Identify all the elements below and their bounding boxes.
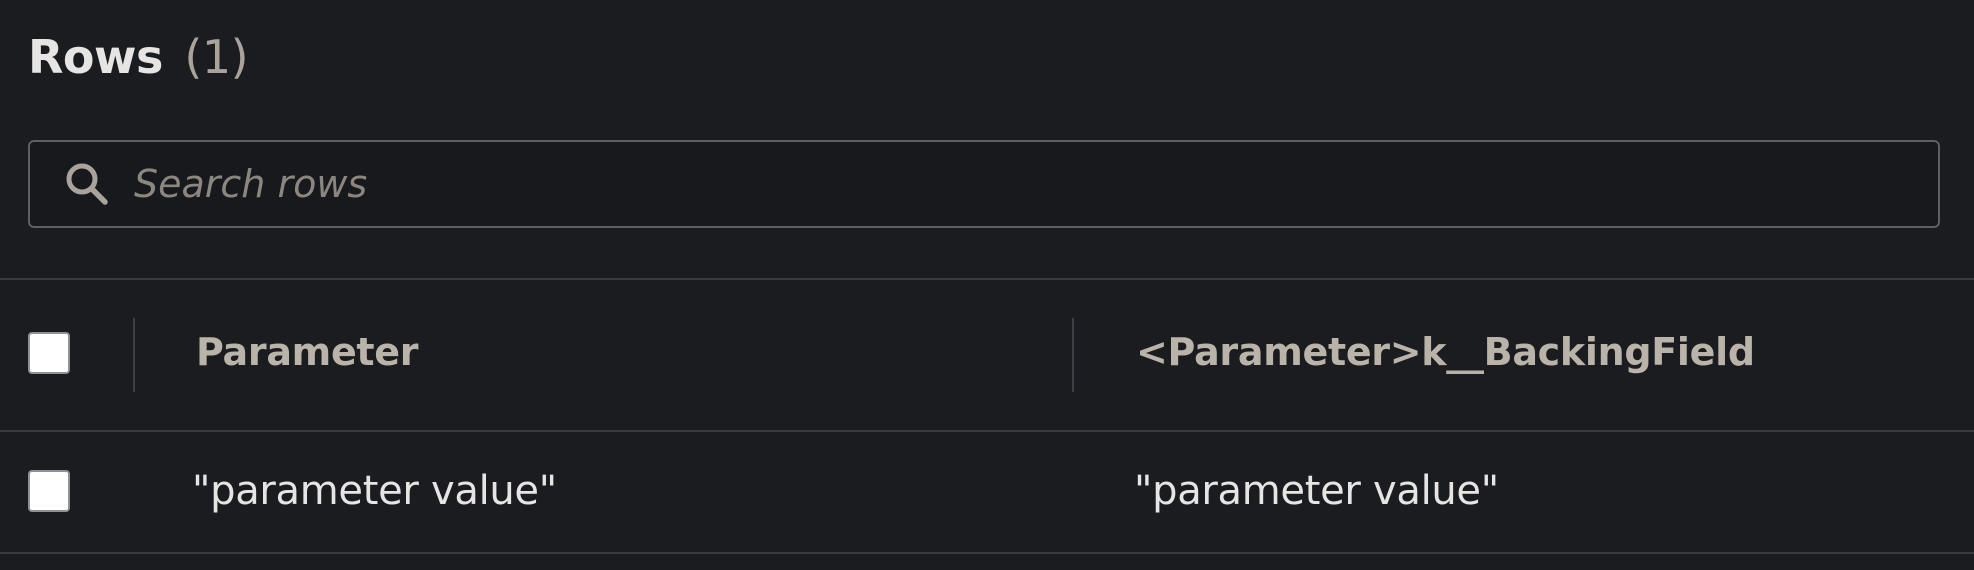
page-title: Rows (1)	[28, 30, 249, 84]
cell-parameter: "parameter value"	[192, 468, 557, 514]
search-input[interactable]	[132, 153, 1938, 215]
title-label: Rows	[28, 30, 163, 84]
column-separator[interactable]	[1072, 318, 1074, 392]
column-separator[interactable]	[133, 318, 135, 392]
rows-panel: Rows (1) Parameter <Parameter>k__Backing…	[0, 0, 1974, 570]
search-icon	[66, 163, 108, 205]
column-header-parameter[interactable]: Parameter	[196, 330, 419, 374]
search-box[interactable]	[28, 140, 1940, 228]
table-top-divider	[0, 278, 1974, 280]
row-select-checkbox[interactable]	[28, 470, 70, 512]
select-all-checkbox[interactable]	[28, 332, 70, 374]
header-divider	[0, 430, 1974, 432]
row-count: (1)	[184, 30, 249, 84]
table-bottom-divider	[0, 552, 1974, 554]
cell-backing-field: "parameter value"	[1134, 468, 1499, 514]
column-header-backing-field[interactable]: <Parameter>k__BackingField	[1136, 330, 1755, 374]
